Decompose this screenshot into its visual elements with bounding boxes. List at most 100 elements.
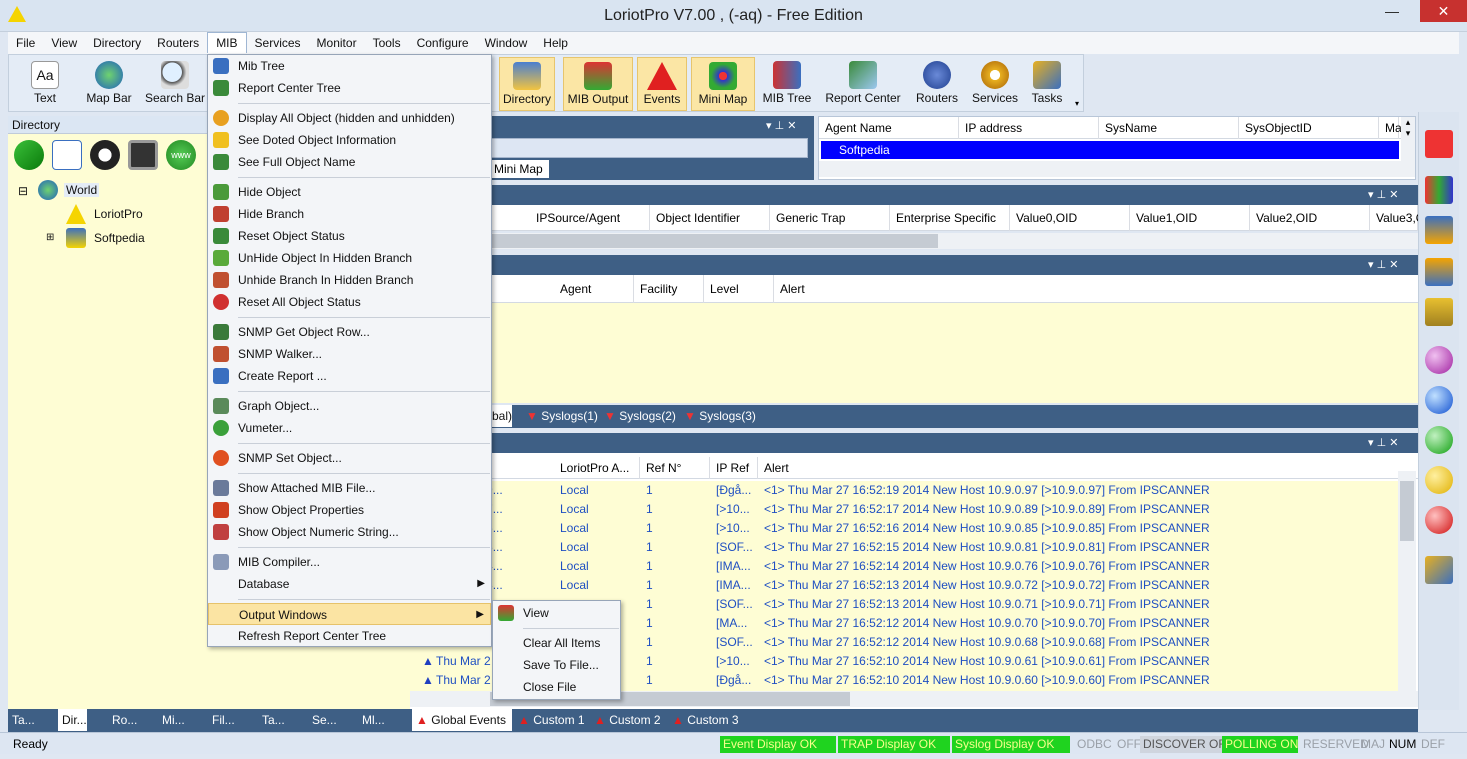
col-value2[interactable]: Value2,OID xyxy=(1250,205,1370,231)
col-agent[interactable]: Agent xyxy=(554,275,634,303)
col-value1[interactable]: Value1,OID xyxy=(1130,205,1250,231)
tab-mini-map-panel[interactable]: Mini Map xyxy=(488,160,549,178)
tree-expander-softpedia[interactable]: ⊞ xyxy=(46,232,54,243)
tools-icon[interactable] xyxy=(1425,556,1453,584)
menu-item-create-report[interactable]: Create Report ... xyxy=(208,365,491,387)
tab-services[interactable]: Se... xyxy=(308,709,337,731)
col-value0[interactable]: Value0,OID xyxy=(1010,205,1130,231)
tab-custom-2[interactable]: ▲ Custom 2 xyxy=(590,709,661,731)
menu-item-reset-all-object-status[interactable]: Reset All Object Status xyxy=(208,291,491,313)
col-value3[interactable]: Value3,O xyxy=(1370,205,1425,231)
tab-custom-1[interactable]: ▲ Custom 1 xyxy=(514,709,585,731)
first-aid-icon[interactable] xyxy=(1425,130,1453,158)
mib-output-button[interactable]: MIB Output xyxy=(563,57,633,111)
directory-button[interactable]: Directory xyxy=(499,57,555,111)
table-row[interactable]: 7 16:52:16...Local1[>10...<1> Thu Mar 27… xyxy=(410,519,1398,538)
tree-item-world[interactable]: World xyxy=(64,183,100,197)
monitor-icon[interactable] xyxy=(128,140,158,170)
menu-configure[interactable]: Configure xyxy=(409,32,477,54)
col-agent-name[interactable]: Agent Name xyxy=(819,117,959,139)
tasks-button[interactable]: Tasks xyxy=(1025,57,1069,111)
tab-mini-map[interactable]: Mi... xyxy=(158,709,185,731)
table-row[interactable]: 7 16:52:17...Local1[>10...<1> Thu Mar 27… xyxy=(410,500,1398,519)
menu-item-report-center-tree[interactable]: Report Center Tree xyxy=(208,77,491,99)
menu-item-unhide-object[interactable]: UnHide Object In Hidden Branch xyxy=(208,247,491,269)
menu-item-hide-object[interactable]: Hide Object xyxy=(208,181,491,203)
tab-custom-3[interactable]: ▲ Custom 3 xyxy=(668,709,739,731)
menu-item-reset-object-status[interactable]: Reset Object Status xyxy=(208,225,491,247)
menu-item-see-doted-object[interactable]: See Doted Object Information xyxy=(208,129,491,151)
menu-item-vumeter[interactable]: Vumeter... xyxy=(208,417,491,439)
refresh-icon[interactable] xyxy=(14,140,44,170)
col-ip-ref[interactable]: IP Ref xyxy=(710,457,758,479)
menu-item-snmp-set-object[interactable]: SNMP Set Object... xyxy=(208,447,491,469)
tab-global-events[interactable]: ▲ Global Events xyxy=(412,709,512,731)
tree-item-softpedia[interactable]: Softpedia xyxy=(94,231,145,245)
table-row[interactable]: 7 16:52:15...Local1[SOF...<1> Thu Mar 27… xyxy=(410,538,1398,557)
col-level[interactable]: Level xyxy=(704,275,774,303)
table-row[interactable]: 7 16:52:19...Local1[Đgå...<1> Thu Mar 27… xyxy=(410,481,1398,500)
panel-controls[interactable]: ▾ ⊥ ✕ xyxy=(1368,255,1398,275)
submenu-item-view[interactable]: View xyxy=(493,602,620,624)
col-object-identifier[interactable]: Object Identifier xyxy=(650,205,770,231)
menu-tools[interactable]: Tools xyxy=(365,32,409,54)
tree-item-loriotpro[interactable]: LoriotPro xyxy=(94,207,143,221)
tab-tasks[interactable]: Ta... xyxy=(8,709,35,731)
services-button[interactable]: Services xyxy=(969,57,1021,111)
col-loriotpro-agent[interactable]: LoriotPro A... xyxy=(554,457,640,479)
col-enterprise-specific[interactable]: Enterprise Specific xyxy=(890,205,1010,231)
col-ipsource-agent[interactable]: IPSource/Agent xyxy=(530,205,650,231)
col-sysobjectid[interactable]: SysObjectID xyxy=(1239,117,1379,139)
menu-item-show-object-numeric-string[interactable]: Show Object Numeric String... xyxy=(208,521,491,543)
toolbar-overflow-icon[interactable]: ▾ xyxy=(1075,99,1079,108)
menu-item-display-all-object[interactable]: Display All Object (hidden and unhidden) xyxy=(208,107,491,129)
v-scrollbar[interactable] xyxy=(1398,471,1416,691)
tab-filter[interactable]: Fil... xyxy=(208,709,235,731)
www-icon[interactable]: www xyxy=(166,140,196,170)
connector-icon[interactable] xyxy=(1425,298,1453,326)
minimize-button[interactable]: — xyxy=(1375,0,1409,22)
col-ref-no[interactable]: Ref N° xyxy=(640,457,710,479)
blue-ball-icon[interactable] xyxy=(1425,386,1453,414)
report-center-button[interactable]: Report Center xyxy=(821,57,905,111)
submenu-item-save-to-file[interactable]: Save To File... xyxy=(493,654,620,676)
col-ma[interactable]: Ma xyxy=(1379,117,1402,139)
menu-help[interactable]: Help xyxy=(535,32,576,54)
menu-item-show-attached-mib-file[interactable]: Show Attached MIB File... xyxy=(208,477,491,499)
events-button[interactable]: Events xyxy=(637,57,687,111)
gauge-icon[interactable] xyxy=(90,140,120,170)
h-scrollbar[interactable] xyxy=(410,233,1418,249)
submenu-item-clear-all-items[interactable]: Clear All Items xyxy=(493,632,620,654)
menu-file[interactable]: File xyxy=(8,32,43,54)
tree-right-icon[interactable] xyxy=(1425,258,1453,286)
submenu-item-close-file[interactable]: Close File xyxy=(493,676,620,698)
tab-directory[interactable]: Dir... xyxy=(58,709,87,731)
col-generic-trap[interactable]: Generic Trap xyxy=(770,205,890,231)
menu-services[interactable]: Services xyxy=(247,32,309,54)
flags-icon[interactable] xyxy=(1425,176,1453,204)
menu-view[interactable]: View xyxy=(43,32,85,54)
menu-item-snmp-get-object-row[interactable]: SNMP Get Object Row... xyxy=(208,321,491,343)
menu-window[interactable]: Window xyxy=(477,32,536,54)
text-button[interactable]: Aa Text xyxy=(15,57,75,111)
table-row[interactable]: 7 16:52:14...Local1[IMA...<1> Thu Mar 27… xyxy=(410,557,1398,576)
mini-map-button[interactable]: Mini Map xyxy=(691,57,755,111)
menu-item-output-windows[interactable]: Output Windows ▶ xyxy=(208,603,491,625)
col-ip-address[interactable]: IP address xyxy=(959,117,1099,139)
tree-down-icon[interactable] xyxy=(1425,216,1453,244)
tab-routers[interactable]: Ro... xyxy=(108,709,137,731)
panel-menu-icon[interactable]: ▾ ⊥ ✕ xyxy=(766,116,796,136)
tab-syslogs-1[interactable]: ▼ Syslogs(1) xyxy=(522,405,598,427)
yellow-ball-icon[interactable] xyxy=(1425,466,1453,494)
menu-item-graph-object[interactable]: Graph Object... xyxy=(208,395,491,417)
col-alert[interactable]: Alert xyxy=(774,275,1418,303)
tab-syslogs-3[interactable]: ▼ Syslogs(3) xyxy=(680,405,756,427)
search-bar-button[interactable]: Search Bar xyxy=(143,57,207,111)
panel-controls[interactable]: ▾ ⊥ ✕ xyxy=(1368,433,1398,453)
table-row[interactable]: 7 16:52:13...Local1[IMA...<1> Thu Mar 27… xyxy=(410,576,1398,595)
menu-item-database[interactable]: Database ▶ xyxy=(208,573,491,595)
h-scrollbar[interactable] xyxy=(819,161,1415,177)
menu-mib[interactable]: MIB xyxy=(207,32,247,53)
menu-item-mib-compiler[interactable]: MIB Compiler... xyxy=(208,551,491,573)
close-button[interactable]: ✕ xyxy=(1420,0,1467,22)
